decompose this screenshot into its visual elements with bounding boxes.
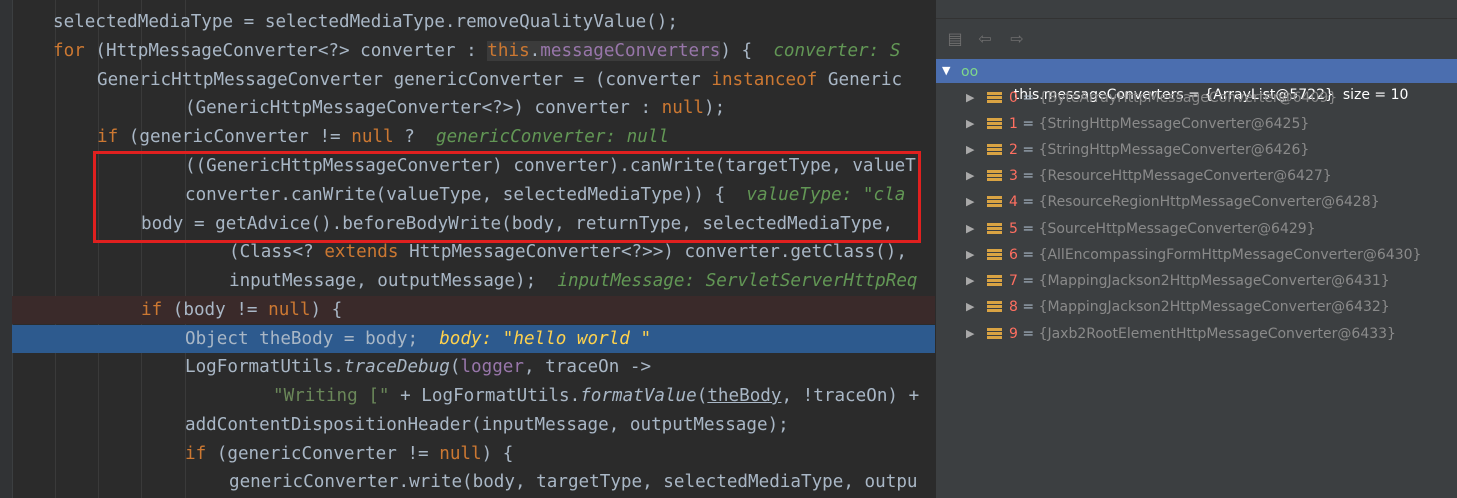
execution-line[interactable]: Object theBody = body; body: "hello worl… xyxy=(12,325,935,353)
expand-arrow-icon[interactable]: ▶ xyxy=(966,242,974,268)
code-line[interactable]: if (genericConverter != null ? genericCo… xyxy=(12,123,935,151)
code-line[interactable]: (GenericHttpMessageConverter<?>) convert… xyxy=(12,94,935,122)
code-line[interactable]: if (body != null) { xyxy=(12,296,935,324)
code-line[interactable]: selectedMediaType = selectedMediaType.re… xyxy=(12,8,935,36)
tree-item-6[interactable]: ▶ 6 = {AllEncompassingFormHttpMessageCon… xyxy=(936,242,1457,268)
field-list-icon xyxy=(987,196,1002,208)
field-list-icon xyxy=(987,170,1002,182)
tree-item-8[interactable]: ▶ 8 = {MappingJackson2HttpMessageConvert… xyxy=(936,294,1457,320)
tree-item-4[interactable]: ▶ 4 = {ResourceRegionHttpMessageConverte… xyxy=(936,189,1457,215)
field-list-icon xyxy=(987,223,1002,235)
back-arrow-icon[interactable]: ⇦ xyxy=(976,30,994,48)
expand-arrow-icon[interactable]: ▶ xyxy=(966,189,974,215)
tree-item-7[interactable]: ▶ 7 = {MappingJackson2HttpMessageConvert… xyxy=(936,268,1457,294)
code-line[interactable]: body = getAdvice().beforeBodyWrite(body,… xyxy=(12,210,935,238)
tree-item-3[interactable]: ▶ 3 = {ResourceHttpMessageConverter@6427… xyxy=(936,163,1457,189)
field-list-icon xyxy=(987,118,1002,130)
expand-arrow-icon[interactable]: ▶ xyxy=(966,216,974,242)
field-list-icon xyxy=(987,301,1002,313)
tree-item-0[interactable]: ▶ 0 = {ByteArrayHttpMessageConverter@640… xyxy=(936,85,1457,111)
tree-item-9[interactable]: ▶ 9 = {Jaxb2RootElementHttpMessageConver… xyxy=(936,321,1457,347)
code-line[interactable]: for (HttpMessageConverter<?> converter :… xyxy=(12,37,935,65)
code-line[interactable]: genericConverter.write(body, targetType,… xyxy=(12,468,935,496)
forward-arrow-icon[interactable]: ⇨ xyxy=(1008,30,1026,48)
field-list-icon xyxy=(987,92,1002,104)
code-line[interactable]: inputMessage, outputMessage); inputMessa… xyxy=(12,267,935,295)
field-list-icon xyxy=(987,328,1002,340)
code-line[interactable]: converter.canWrite(valueType, selectedMe… xyxy=(12,181,935,209)
expand-arrow-icon[interactable]: ▶ xyxy=(966,137,974,163)
tree-item-2[interactable]: ▶ 2 = {StringHttpMessageConverter@6426} xyxy=(936,137,1457,163)
code-line[interactable]: LogFormatUtils.traceDebug(logger, traceO… xyxy=(12,353,935,381)
expand-arrow-icon[interactable]: ▶ xyxy=(966,321,974,347)
field-list-icon xyxy=(987,144,1002,156)
field-list-icon xyxy=(987,275,1002,287)
code-editor[interactable]: selectedMediaType = selectedMediaType.re… xyxy=(0,0,935,498)
watch-glasses-icon: oo xyxy=(961,64,979,80)
tree-item-5[interactable]: ▶ 5 = {SourceHttpMessageConverter@6429} xyxy=(936,216,1457,242)
expand-arrow-icon[interactable]: ▶ xyxy=(966,111,974,137)
debug-toolbar xyxy=(936,0,1457,19)
expand-arrow-icon[interactable]: ▼ xyxy=(942,59,950,83)
tree-root-row[interactable]: ▼ oo this.messageConverters = {ArrayList… xyxy=(936,59,1457,103)
expand-arrow-icon[interactable]: ▶ xyxy=(966,294,974,320)
code-line[interactable]: GenericHttpMessageConverter genericConve… xyxy=(12,66,935,94)
variables-toolbar: ▤ ⇦ ⇨ xyxy=(936,22,1457,56)
code-line[interactable]: addContentDispositionHeader(inputMessage… xyxy=(12,411,935,439)
frames-icon[interactable]: ▤ xyxy=(946,30,964,48)
code-line[interactable]: (Class<? extends HttpMessageConverter<?>… xyxy=(12,238,935,266)
tree-item-1[interactable]: ▶ 1 = {StringHttpMessageConverter@6425} xyxy=(936,111,1457,137)
expand-arrow-icon[interactable]: ▶ xyxy=(966,163,974,189)
code-line[interactable]: if (genericConverter != null) { xyxy=(12,440,935,468)
expand-arrow-icon[interactable]: ▶ xyxy=(966,85,974,111)
expand-arrow-icon[interactable]: ▶ xyxy=(966,268,974,294)
field-list-icon xyxy=(987,249,1002,261)
code-line[interactable]: ((GenericHttpMessageConverter) converter… xyxy=(12,152,935,180)
code-line[interactable]: "Writing [" + LogFormatUtils.formatValue… xyxy=(12,382,935,410)
debugger-variables-panel[interactable]: ▤ ⇦ ⇨ ▼ oo this.messageConverters = {Arr… xyxy=(935,0,1457,498)
